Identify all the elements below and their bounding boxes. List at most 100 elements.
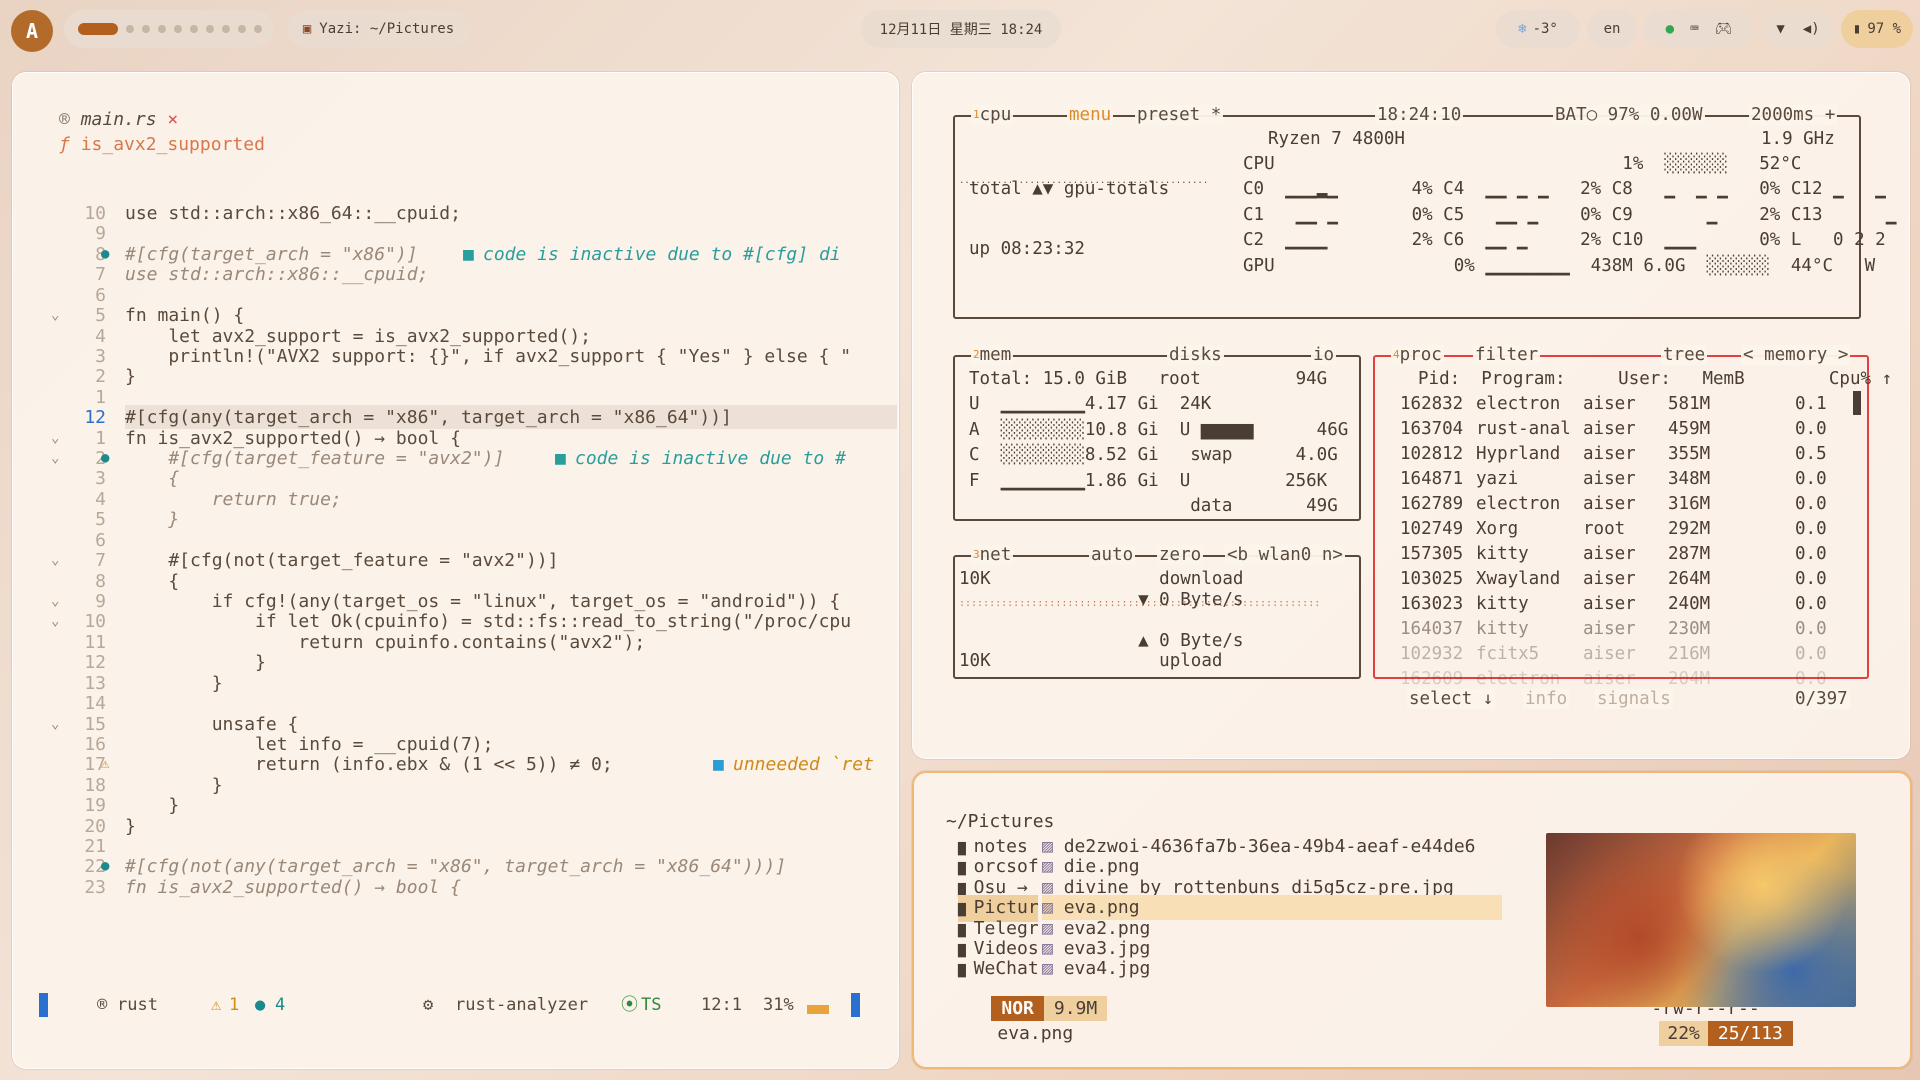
workspace-indicator[interactable]	[64, 10, 274, 48]
net-zero[interactable]: zero	[1157, 545, 1204, 565]
proc-box-title[interactable]: 4proc	[1391, 345, 1444, 365]
net-box-title[interactable]: 3net	[971, 545, 1014, 565]
warning-icon: ⚠	[211, 995, 222, 1015]
gamepad-icon[interactable]: 🎮︎	[1715, 21, 1733, 37]
status-pct: 31%	[763, 995, 794, 1015]
workspace-dot[interactable]	[254, 25, 262, 33]
proc-user: aiser	[1583, 494, 1636, 514]
preset-button[interactable]: preset *	[1135, 105, 1224, 125]
editor-tab[interactable]: ® main.rs ×	[59, 109, 178, 130]
proc-cpu: 0.0	[1795, 544, 1827, 564]
breadcrumb-label: is_avx2_supported	[80, 134, 265, 155]
update-interval[interactable]: 2000ms +	[1749, 105, 1838, 125]
workspace-dot[interactable]	[206, 25, 214, 33]
keyboard-icon[interactable]: ⌨	[1690, 21, 1698, 37]
io-toggle[interactable]: io	[1311, 345, 1337, 365]
clock-text: 12月11日 星期三 18:24	[879, 22, 1043, 38]
proc-program: electron	[1476, 494, 1561, 514]
proc-program: kitty	[1476, 619, 1529, 639]
proc-pid: 164037	[1400, 619, 1464, 639]
workspace-dot[interactable]	[126, 25, 134, 33]
cpu-row: GPU 0% ▁▁▁▁▁▁▁▁ 438M 6.0G ░░░░░░ 44°C W	[1243, 255, 1876, 276]
active-window[interactable]: ▣ Yazi: ~/Pictures	[287, 10, 470, 48]
proc-mem: 287M	[1668, 544, 1711, 564]
proc-cpu: 0.0	[1795, 594, 1827, 614]
clock[interactable]: 12月11日 星期三 18:24	[861, 10, 1061, 48]
line-text: fn is_avx2_supported() → bool {	[125, 876, 461, 898]
proc-scrollbar[interactable]	[1853, 391, 1861, 415]
select-button[interactable]: select ↓	[1407, 689, 1496, 709]
battery-icon: ▮	[1852, 21, 1862, 37]
cpu-freq: 1.9 GHz	[1761, 129, 1835, 149]
net-auto[interactable]: auto	[1089, 545, 1136, 565]
hint-icon: ●	[255, 995, 266, 1015]
editor-window[interactable]: ® main.rs × ƒ is_avx2_supported 10 use st…	[12, 72, 899, 1069]
workspace-dot[interactable]	[142, 25, 150, 33]
wifi-icon[interactable]: ▼	[1776, 21, 1784, 37]
workspace-dot[interactable]	[190, 25, 198, 33]
arch-logo-icon[interactable]: A	[11, 10, 53, 52]
mode-label: NOR	[991, 996, 1044, 1021]
progress-block	[807, 1005, 829, 1014]
filter-button[interactable]: filter	[1473, 345, 1541, 365]
cpu-row: CPU 1% ░░░░░░ 52°C	[1243, 154, 1802, 174]
proc-cpu: 0.0	[1795, 644, 1827, 664]
tab-filename: main.rs	[80, 109, 157, 130]
proc-program: yazi	[1476, 469, 1519, 489]
status-warnings: 1	[229, 995, 240, 1015]
proc-cpu: 0.0	[1795, 569, 1827, 589]
proc-mem: 292M	[1668, 519, 1711, 539]
workspace-dot[interactable]	[158, 25, 166, 33]
proc-mem: 204M	[1668, 669, 1711, 689]
cpu-box-title[interactable]: 1cpu	[971, 105, 1014, 125]
weather-widget[interactable]: ❄ -3°	[1496, 10, 1580, 48]
active-workspace[interactable]	[78, 23, 118, 35]
mem-row: A ░░░░░░░░10.8 Gi U ▆▆▆▆▆ 46G	[969, 419, 1349, 440]
cpu-row: C1 ▁▁ ▁ 0% C5 ▁▁ ▁ 0% C9 ▁ 2% C13 ▁ 0%	[1243, 204, 1910, 225]
proc-mem: 581M	[1668, 394, 1711, 414]
disks-title[interactable]: disks	[1167, 345, 1224, 365]
window-title: Yazi: ~/Pictures	[319, 21, 455, 37]
cpu-row: C2 ▁▁▁▁ 2% C6 ▁▁ ▁ 2% C10 ▁▁▁ 0% L 0 2 2…	[1243, 230, 1910, 251]
proc-program: Hyprland	[1476, 444, 1561, 464]
proc-program: kitty	[1476, 594, 1529, 614]
mem-row: data 49G	[969, 496, 1338, 516]
menu-button[interactable]: menu	[1067, 105, 1114, 125]
cpu-total-label[interactable]: total ▲▼ gpu-totals	[969, 177, 1169, 202]
battery-widget[interactable]: ▮ 97 %	[1841, 10, 1913, 48]
battery-text: 97 %	[1867, 21, 1902, 37]
workspace-dot[interactable]	[174, 25, 182, 33]
proc-program: rust-anal	[1476, 419, 1571, 439]
yazi-app-icon: ▣	[302, 21, 312, 37]
mode-block	[39, 993, 48, 1017]
tree-toggle[interactable]: tree	[1661, 345, 1708, 365]
tray-green-icon[interactable]: ●	[1666, 21, 1674, 37]
proc-cpu: 0.0	[1795, 419, 1827, 439]
proc-mem: 459M	[1668, 419, 1711, 439]
cpu-name: Ryzen 7 4800H	[1268, 129, 1405, 149]
info-button[interactable]: info	[1523, 689, 1570, 709]
proc-mem: 355M	[1668, 444, 1711, 464]
file-size: 9.9M	[1043, 996, 1108, 1021]
proc-pid: 102749	[1400, 519, 1464, 539]
btop-window[interactable]: 1cpu menu preset * 18:24:10 BAT○ 97% 0.0…	[912, 72, 1910, 759]
proc-mem: 348M	[1668, 469, 1711, 489]
proc-user: aiser	[1583, 444, 1636, 464]
keyboard-layout[interactable]: en	[1587, 10, 1637, 48]
code-line[interactable]: 23 fn is_avx2_supported() → bool {	[13, 875, 898, 900]
network-volume: ▼ ◀)	[1762, 10, 1834, 48]
signals-button[interactable]: signals	[1595, 689, 1673, 709]
workspace-dot[interactable]	[238, 25, 246, 33]
net-interface[interactable]: <b wlan0 n>	[1225, 545, 1345, 565]
proc-mem: 230M	[1668, 619, 1711, 639]
volume-icon[interactable]: ◀)	[1803, 21, 1820, 37]
mem-box-title[interactable]: 2mem	[971, 345, 1014, 365]
proc-pid: 103025	[1400, 569, 1464, 589]
workspace-dot[interactable]	[222, 25, 230, 33]
breadcrumb[interactable]: ƒ is_avx2_supported	[59, 134, 265, 155]
proc-pid: 102812	[1400, 444, 1464, 464]
close-icon[interactable]: ×	[167, 109, 178, 130]
sort-selector[interactable]: < memory >	[1741, 345, 1851, 365]
snowflake-icon: ❄	[1518, 21, 1527, 37]
proc-cpu: 0.0	[1795, 519, 1827, 539]
